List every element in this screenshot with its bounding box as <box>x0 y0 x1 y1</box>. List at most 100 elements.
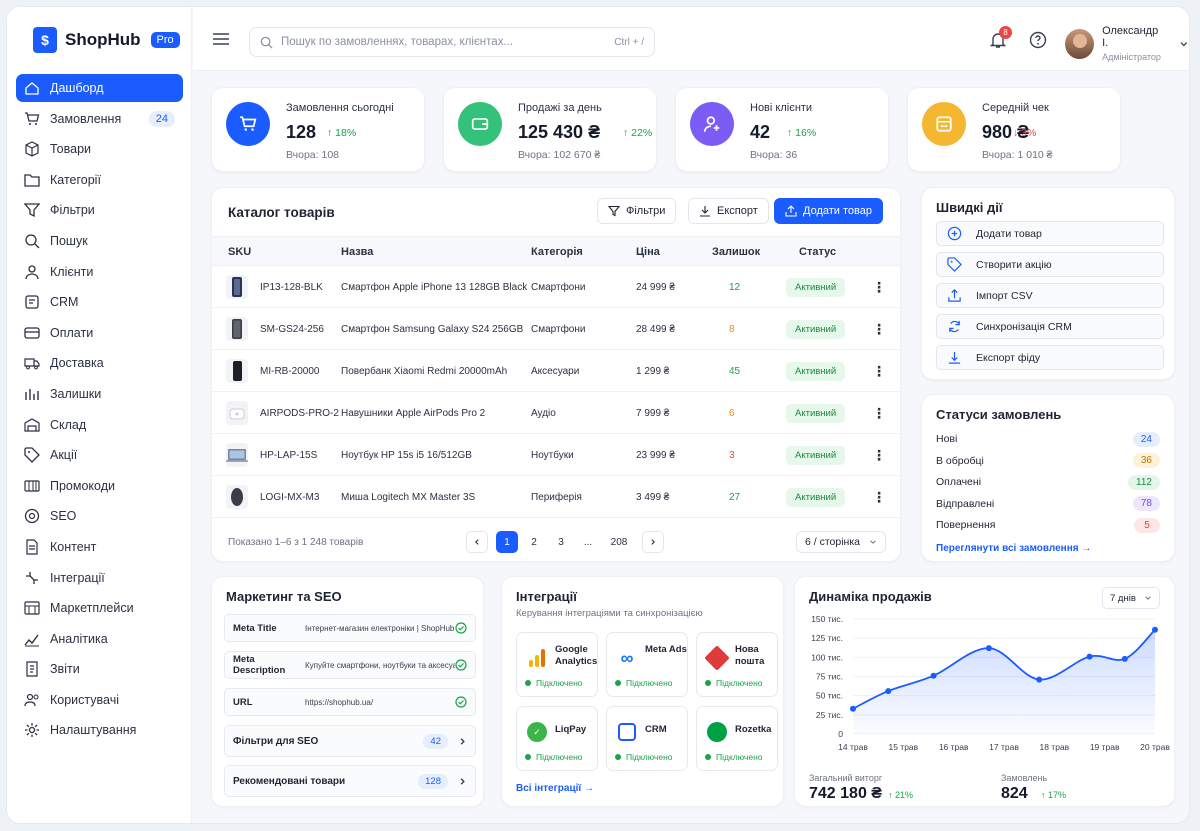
prev-page-button[interactable] <box>466 531 488 553</box>
sidebar-item[interactable]: Промокоди <box>16 472 183 500</box>
cell-name[interactable]: Ноутбук HP 15s i5 16/512GB <box>341 450 472 461</box>
column-header[interactable]: Статус <box>799 246 836 258</box>
orders-today-card[interactable]: Замовлення сьогодні 128 ↑ 18% Вчора: 108 <box>211 87 425 172</box>
table-row[interactable]: MI-RB-20000 Повербанк Xiaomi Redmi 20000m… <box>212 350 900 392</box>
table-row[interactable]: IP13-128-BLK Смартфон Apple iPhone 13 128… <box>212 266 900 308</box>
sidebar-item[interactable]: Замовлення 24 <box>16 105 183 133</box>
cell-name[interactable]: Смартфон Samsung Galaxy S24 256GB <box>341 324 523 335</box>
sidebar-item[interactable]: Товари <box>16 135 183 163</box>
order-status-row[interactable]: Повернення 5 <box>936 515 1160 535</box>
page-button[interactable]: 2 <box>523 531 545 553</box>
page-button[interactable]: 208 <box>606 531 632 553</box>
data-point[interactable] <box>1036 676 1043 683</box>
sidebar-item[interactable]: Акції <box>16 441 183 469</box>
integration-tile[interactable]: Нова пошта Підключено <box>696 632 778 697</box>
filters-button[interactable]: Фільтри <box>597 198 677 224</box>
table-row[interactable]: LOGI-MX-M3 Миша Logitech MX Master 3S Пери… <box>212 476 900 518</box>
more-options-icon[interactable]: ⋮ <box>872 279 886 296</box>
sidebar-item[interactable]: Налаштування <box>16 716 183 744</box>
cell-name[interactable]: Смартфон Apple iPhone 13 128GB Black <box>341 282 527 293</box>
sidebar-item[interactable]: Пошук <box>16 227 183 255</box>
more-options-icon[interactable]: ⋮ <box>872 489 886 506</box>
add-product-button[interactable]: Додати товар <box>774 198 883 224</box>
all-integrations-link[interactable]: Всі інтеграції → <box>516 783 594 794</box>
sidebar-item[interactable]: Інтеграції <box>16 564 183 592</box>
sidebar-item[interactable]: SEO <box>16 502 183 530</box>
period-select[interactable]: 7 днів <box>1102 587 1160 609</box>
order-status-row[interactable]: Відправлені 78 <box>936 494 1160 514</box>
integration-tile[interactable]: ∞ Meta Ads Підключено <box>606 632 688 697</box>
order-status-row[interactable]: В обробці 36 <box>936 451 1160 471</box>
data-point[interactable] <box>985 645 992 652</box>
cell-name[interactable]: Миша Logitech MX Master 3S <box>341 492 475 503</box>
sidebar-item[interactable]: Контент <box>16 533 183 561</box>
menu-icon[interactable] <box>213 33 229 45</box>
sidebar-item[interactable]: Залишки <box>16 380 183 408</box>
data-point[interactable] <box>1086 653 1093 660</box>
sidebar-item[interactable]: Дашборд <box>16 74 183 102</box>
quick-action-button[interactable]: Імпорт CSV <box>936 283 1164 308</box>
integration-tile[interactable]: Rozetka Підключено <box>696 706 778 771</box>
sales-today-card[interactable]: Продажі за день 125 430 ₴ ↑ 22% Вчора: 102 … <box>443 87 657 172</box>
more-options-icon[interactable]: ⋮ <box>872 405 886 422</box>
more-options-icon[interactable]: ⋮ <box>872 363 886 380</box>
table-row[interactable]: AIRPODS-PRO-2 Навушники Apple AirPods Pro… <box>212 392 900 434</box>
more-options-icon[interactable]: ⋮ <box>872 321 886 338</box>
column-header[interactable]: Назва <box>341 246 373 258</box>
sidebar-item[interactable]: CRM <box>16 288 183 316</box>
logo[interactable]: $ ShopHub Pro <box>33 27 180 53</box>
data-point[interactable] <box>930 672 937 679</box>
data-point[interactable] <box>1121 655 1128 662</box>
cell-name[interactable]: Навушники Apple AirPods Pro 2 <box>341 408 485 419</box>
seo-field[interactable]: Meta Description Купуйте смартфони, ноутб… <box>224 651 476 679</box>
help-button[interactable] <box>1029 31 1047 52</box>
page-button[interactable]: 3 <box>550 531 572 553</box>
search-input[interactable]: Пошук по замовленнях, товарах, клієнтах.… <box>249 27 655 57</box>
next-page-button[interactable] <box>642 531 664 553</box>
average-check-card[interactable]: Середній чек 980 ₴ ↓ 3% Вчора: 1 010 ₴ <box>907 87 1121 172</box>
new-clients-card[interactable]: Нові клієнти 42 ↑ 16% Вчора: 36 <box>675 87 889 172</box>
data-point[interactable] <box>1152 626 1158 633</box>
per-page-select[interactable]: 6 / сторінка <box>796 531 886 553</box>
integration-tile[interactable]: CRM Підключено <box>606 706 688 771</box>
notifications-button[interactable]: 8 <box>989 26 1012 52</box>
seo-link-row[interactable]: Рекомендовані товари 128 <box>224 765 476 797</box>
data-point[interactable] <box>885 688 892 695</box>
order-status-row[interactable]: Оплачені 112 <box>936 472 1160 492</box>
quick-action-button[interactable]: Синхронізація CRM <box>936 314 1164 339</box>
all-orders-link[interactable]: Переглянути всі замовлення → <box>936 543 1091 554</box>
check-circle-icon <box>455 696 467 708</box>
seo-link-row[interactable]: Фільтри для SEO 42 <box>224 725 476 757</box>
sidebar-item[interactable]: Маркетплейси <box>16 594 183 622</box>
sidebar-item[interactable]: Аналітика <box>16 625 183 653</box>
column-header[interactable]: Категорія <box>531 246 583 258</box>
sidebar-item[interactable]: Користувачі <box>16 686 183 714</box>
sidebar-item[interactable]: Фільтри <box>16 196 183 224</box>
integration-tile[interactable]: Google Analytics Підключено <box>516 632 598 697</box>
export-button[interactable]: Експорт <box>688 198 769 224</box>
order-status-row[interactable]: Нові 24 <box>936 429 1160 449</box>
quick-action-button[interactable]: Створити акцію <box>936 252 1164 277</box>
more-options-icon[interactable]: ⋮ <box>872 447 886 464</box>
quick-action-button[interactable]: Додати товар <box>936 221 1164 246</box>
sidebar-item[interactable]: Клієнти <box>16 258 183 286</box>
sidebar-item[interactable]: Доставка <box>16 349 183 377</box>
seo-field[interactable]: Meta Title Інтернет-магазин електроніки |… <box>224 614 476 642</box>
column-header[interactable]: Залишок <box>712 246 760 258</box>
cell-name[interactable]: Повербанк Xiaomi Redmi 20000mAh <box>341 366 507 377</box>
user-menu[interactable]: Олександр І. Адміністратор <box>1065 25 1189 62</box>
page-button[interactable]: 1 <box>496 531 518 553</box>
table-row[interactable]: HP-LAP-15S Ноутбук HP 15s i5 16/512GB Ноут… <box>212 434 900 476</box>
sidebar-item[interactable]: Оплати <box>16 319 183 347</box>
column-header[interactable]: SKU <box>228 246 251 258</box>
sidebar-item[interactable]: Звіти <box>16 655 183 683</box>
seo-field-value: https://shophub.ua/ <box>305 697 374 707</box>
seo-field[interactable]: URL https://shophub.ua/ <box>224 688 476 716</box>
sidebar-item[interactable]: Склад <box>16 411 183 439</box>
quick-action-button[interactable]: Експорт фіду <box>936 345 1164 370</box>
column-header[interactable]: Ціна <box>636 246 660 258</box>
data-point[interactable] <box>850 705 856 712</box>
integration-tile[interactable]: ✓ LiqPay Підключено <box>516 706 598 771</box>
table-row[interactable]: SM-GS24-256 Смартфон Samsung Galaxy S24 2… <box>212 308 900 350</box>
sidebar-item[interactable]: Категорії <box>16 166 183 194</box>
